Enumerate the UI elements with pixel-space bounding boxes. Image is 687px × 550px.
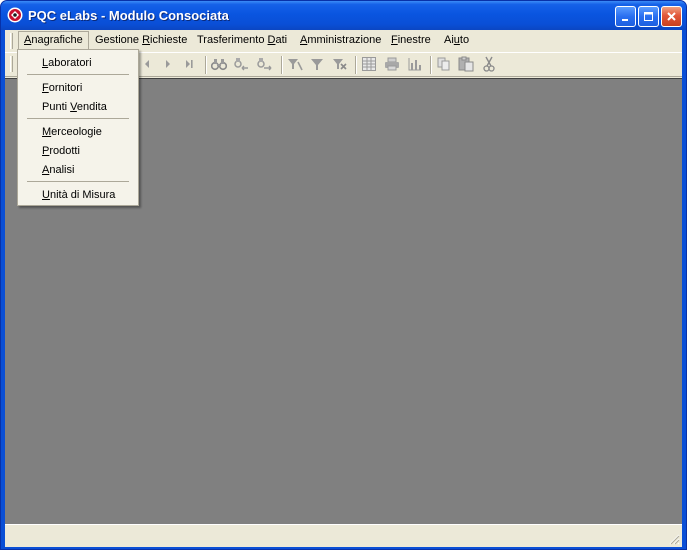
remove-filter-icon [331,56,347,75]
maximize-icon [643,11,654,22]
title-bar[interactable]: PQC eLabs - Modulo Consociata [1,1,686,30]
cut-icon [483,56,495,75]
menu-amministrazione[interactable]: Amministrazione [294,31,387,50]
paste-icon [458,56,474,75]
minimize-icon [620,11,631,22]
menu-separator [27,181,129,182]
toolbar-separator [205,56,207,74]
next-record-icon [163,59,173,72]
application-window: PQC eLabs - Modulo Consociata Anagrafich… [0,0,687,550]
last-record-button[interactable] [181,57,197,73]
minimize-button[interactable] [615,6,636,27]
paste-button[interactable] [458,56,474,75]
find-next-icon [256,56,272,75]
print-button[interactable] [384,57,400,73]
filter-by-selection-button[interactable] [287,57,303,73]
menu-separator [27,118,129,119]
find-previous-icon [233,56,249,75]
toolbar-separator [430,56,432,74]
menu-item-unita-di-misura[interactable]: Unità di Misura [19,186,137,204]
menu-item-laboratori[interactable]: Laboratori [19,54,137,72]
toolbar-grip[interactable] [10,56,13,72]
menubar-grip[interactable] [10,33,13,49]
status-bar [5,524,682,547]
next-record-button[interactable] [160,57,176,73]
menu-item-analisi[interactable]: Analisi [19,161,137,179]
previous-record-button[interactable] [139,57,155,73]
last-record-icon [184,59,194,72]
menu-item-fornitori[interactable]: Fornitori [19,79,137,97]
menu-anagrafiche[interactable]: Anagrafiche [18,31,89,50]
remove-filter-button[interactable] [331,57,347,73]
app-logo-icon[interactable] [7,7,23,23]
toolbar-separator [355,56,357,74]
cut-button[interactable] [481,56,497,75]
close-icon [666,11,677,22]
menu-item-prodotti[interactable]: Prodotti [19,142,137,160]
window-title: PQC eLabs - Modulo Consociata [28,8,229,23]
menu-aiuto[interactable]: Aiuto [438,31,475,50]
chart-icon [408,57,422,74]
find-icon [210,57,228,74]
previous-record-icon [142,59,152,72]
find-previous-button[interactable] [233,57,249,73]
filter-icon [309,56,325,75]
filter-by-selection-icon [287,56,303,75]
find-next-button[interactable] [256,57,272,73]
filter-button[interactable] [309,57,325,73]
chart-button[interactable] [407,57,423,73]
menu-trasferimento-dati[interactable]: Trasferimento Dati [191,31,293,50]
menu-gestione-richieste[interactable]: Gestione Richieste [89,31,193,50]
table-view-icon [362,56,376,74]
menu-bar: Anagrafiche Gestione Richieste Trasferim… [5,30,682,51]
menu-item-punti-vendita[interactable]: Punti Vendita [19,98,137,116]
resize-grip-icon[interactable] [668,533,680,545]
menu-separator [27,74,129,75]
copy-button[interactable] [436,57,452,73]
toolbar-separator [281,56,283,74]
table-view-button[interactable] [361,56,377,74]
anagrafiche-dropdown-menu: Laboratori Fornitori Punti Vendita Merce… [17,49,139,206]
copy-icon [437,57,451,74]
print-icon [384,57,400,74]
find-button[interactable] [210,57,228,74]
maximize-button[interactable] [638,6,659,27]
menu-item-merceologie[interactable]: Merceologie [19,123,137,141]
close-button[interactable] [661,6,682,27]
menu-finestre[interactable]: Finestre [385,31,437,50]
